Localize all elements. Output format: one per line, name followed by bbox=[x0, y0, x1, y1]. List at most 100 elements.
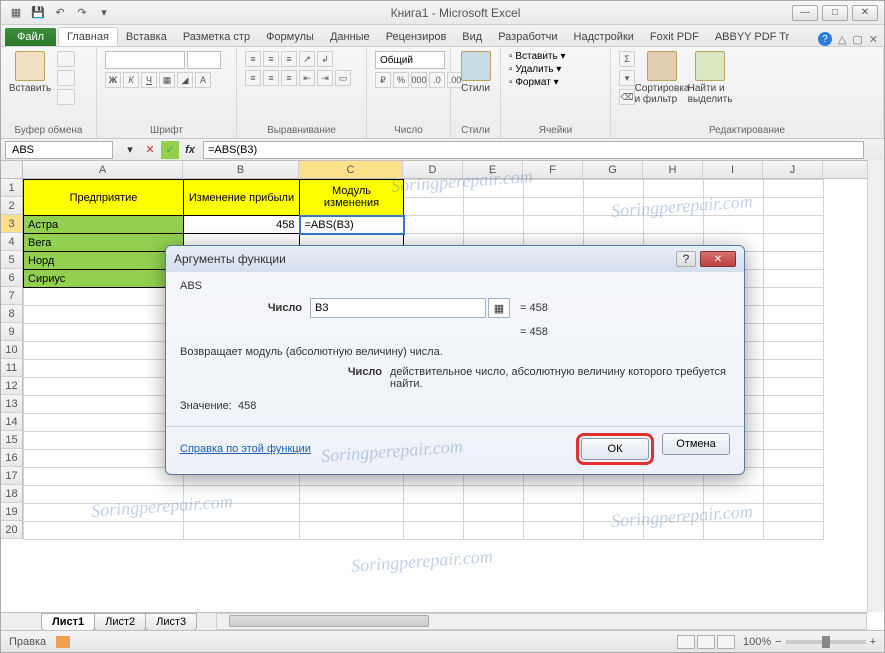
cancel-button[interactable]: Отмена bbox=[662, 433, 730, 455]
column-headers[interactable]: ABCDEFGHIJ bbox=[23, 161, 884, 179]
ribbon-minimize-icon[interactable]: △ bbox=[838, 33, 846, 46]
cell-G20[interactable] bbox=[584, 522, 644, 540]
cell-C19[interactable] bbox=[300, 504, 404, 522]
paste-button[interactable]: Вставить bbox=[9, 51, 51, 94]
cell-J1[interactable] bbox=[764, 180, 824, 198]
col-header-G[interactable]: G bbox=[583, 161, 643, 178]
cell-A5[interactable]: Норд bbox=[24, 252, 184, 270]
cell-H20[interactable] bbox=[644, 522, 704, 540]
cell-E19[interactable] bbox=[464, 504, 524, 522]
tab-home[interactable]: Главная bbox=[58, 27, 118, 46]
cut-icon[interactable] bbox=[57, 51, 75, 67]
cell-J8[interactable] bbox=[764, 306, 824, 324]
cell-B1[interactable]: Изменение прибыли bbox=[184, 180, 300, 216]
cell-B19[interactable] bbox=[184, 504, 300, 522]
comma[interactable]: 000 bbox=[411, 72, 427, 88]
cell-E20[interactable] bbox=[464, 522, 524, 540]
cell-B18[interactable] bbox=[184, 486, 300, 504]
align-top[interactable]: ≡ bbox=[245, 51, 261, 67]
tab-abbyy[interactable]: ABBYY PDF Tr bbox=[707, 28, 797, 46]
horizontal-scrollbar[interactable] bbox=[216, 613, 867, 630]
percent[interactable]: % bbox=[393, 72, 409, 88]
cell-F18[interactable] bbox=[524, 486, 584, 504]
formula-input[interactable]: =ABS(B3) bbox=[203, 141, 864, 159]
row-header-19[interactable]: 19 bbox=[1, 503, 23, 521]
cell-G19[interactable] bbox=[584, 504, 644, 522]
row-header-11[interactable]: 11 bbox=[1, 359, 23, 377]
cell-G2[interactable] bbox=[584, 198, 644, 216]
maximize-button[interactable]: □ bbox=[822, 5, 848, 21]
minimize-button[interactable]: — bbox=[792, 5, 818, 21]
currency[interactable]: ₽ bbox=[375, 72, 391, 88]
view-break-button[interactable] bbox=[717, 635, 735, 649]
cell-E18[interactable] bbox=[464, 486, 524, 504]
ok-button[interactable]: ОК bbox=[581, 438, 649, 460]
view-normal-button[interactable] bbox=[677, 635, 695, 649]
cell-A19[interactable] bbox=[24, 504, 184, 522]
cell-A11[interactable] bbox=[24, 360, 184, 378]
name-dropdown-icon[interactable]: ▾ bbox=[121, 141, 139, 159]
cell-J4[interactable] bbox=[764, 234, 824, 252]
select-all-corner[interactable] bbox=[1, 161, 23, 179]
font-size-combo[interactable] bbox=[187, 51, 221, 69]
tab-developer[interactable]: Разработчи bbox=[490, 28, 565, 46]
cell-A18[interactable] bbox=[24, 486, 184, 504]
cell-A8[interactable] bbox=[24, 306, 184, 324]
cell-C1[interactable]: Модуль изменения bbox=[300, 180, 404, 216]
row-header-15[interactable]: 15 bbox=[1, 431, 23, 449]
indent-inc[interactable]: ⇥ bbox=[317, 70, 333, 86]
row-header-8[interactable]: 8 bbox=[1, 305, 23, 323]
cell-A15[interactable] bbox=[24, 432, 184, 450]
qat-more-icon[interactable]: ▾ bbox=[95, 4, 113, 22]
cell-A9[interactable] bbox=[24, 324, 184, 342]
align-center[interactable]: ≡ bbox=[263, 70, 279, 86]
col-header-I[interactable]: I bbox=[703, 161, 763, 178]
tab-addins[interactable]: Надстройки bbox=[566, 28, 642, 46]
tab-formulas[interactable]: Формулы bbox=[258, 28, 322, 46]
workbook-restore-icon[interactable]: ▢ bbox=[852, 33, 862, 46]
cell-A16[interactable] bbox=[24, 450, 184, 468]
cell-E3[interactable] bbox=[464, 216, 524, 234]
row-header-10[interactable]: 10 bbox=[1, 341, 23, 359]
col-header-A[interactable]: A bbox=[23, 161, 183, 178]
cell-A17[interactable] bbox=[24, 468, 184, 486]
cell-J16[interactable] bbox=[764, 450, 824, 468]
tab-foxit[interactable]: Foxit PDF bbox=[642, 28, 707, 46]
cell-F20[interactable] bbox=[524, 522, 584, 540]
row-header-18[interactable]: 18 bbox=[1, 485, 23, 503]
cells-format[interactable]: ▫ Формат ▾ bbox=[509, 77, 559, 88]
cell-C3[interactable]: =ABS(B3) bbox=[300, 216, 404, 234]
cells-delete[interactable]: ▫ Удалить ▾ bbox=[509, 64, 561, 75]
merge[interactable]: ▭ bbox=[335, 70, 351, 86]
cell-D1[interactable] bbox=[404, 180, 464, 198]
cell-I18[interactable] bbox=[704, 486, 764, 504]
cell-F1[interactable] bbox=[524, 180, 584, 198]
row-header-7[interactable]: 7 bbox=[1, 287, 23, 305]
align-right[interactable]: ≡ bbox=[281, 70, 297, 86]
sheet-tab-2[interactable]: Лист2 bbox=[94, 613, 146, 631]
file-tab[interactable]: Файл bbox=[5, 28, 56, 46]
cell-A4[interactable]: Вега bbox=[24, 234, 184, 252]
cell-A12[interactable] bbox=[24, 378, 184, 396]
cell-D19[interactable] bbox=[404, 504, 464, 522]
function-help-link[interactable]: Справка по этой функции bbox=[180, 443, 311, 455]
row-header-12[interactable]: 12 bbox=[1, 377, 23, 395]
cell-A10[interactable] bbox=[24, 342, 184, 360]
row-header-3[interactable]: 3 bbox=[1, 215, 23, 233]
number-format-combo[interactable]: Общий bbox=[375, 51, 445, 69]
cell-I19[interactable] bbox=[704, 504, 764, 522]
cell-I3[interactable] bbox=[704, 216, 764, 234]
col-header-H[interactable]: H bbox=[643, 161, 703, 178]
font-color-button[interactable]: A bbox=[195, 72, 211, 88]
dialog-close-button[interactable]: ✕ bbox=[700, 251, 736, 267]
find-select-button[interactable]: Найти и выделить bbox=[689, 51, 731, 105]
fill[interactable]: ▾ bbox=[619, 70, 635, 86]
undo-icon[interactable]: ↶ bbox=[51, 4, 69, 22]
row-header-13[interactable]: 13 bbox=[1, 395, 23, 413]
cell-J5[interactable] bbox=[764, 252, 824, 270]
cell-I1[interactable] bbox=[704, 180, 764, 198]
cell-J12[interactable] bbox=[764, 378, 824, 396]
macro-record-icon[interactable] bbox=[56, 636, 70, 648]
cell-B20[interactable] bbox=[184, 522, 300, 540]
sheet-tab-1[interactable]: Лист1 bbox=[41, 613, 95, 631]
